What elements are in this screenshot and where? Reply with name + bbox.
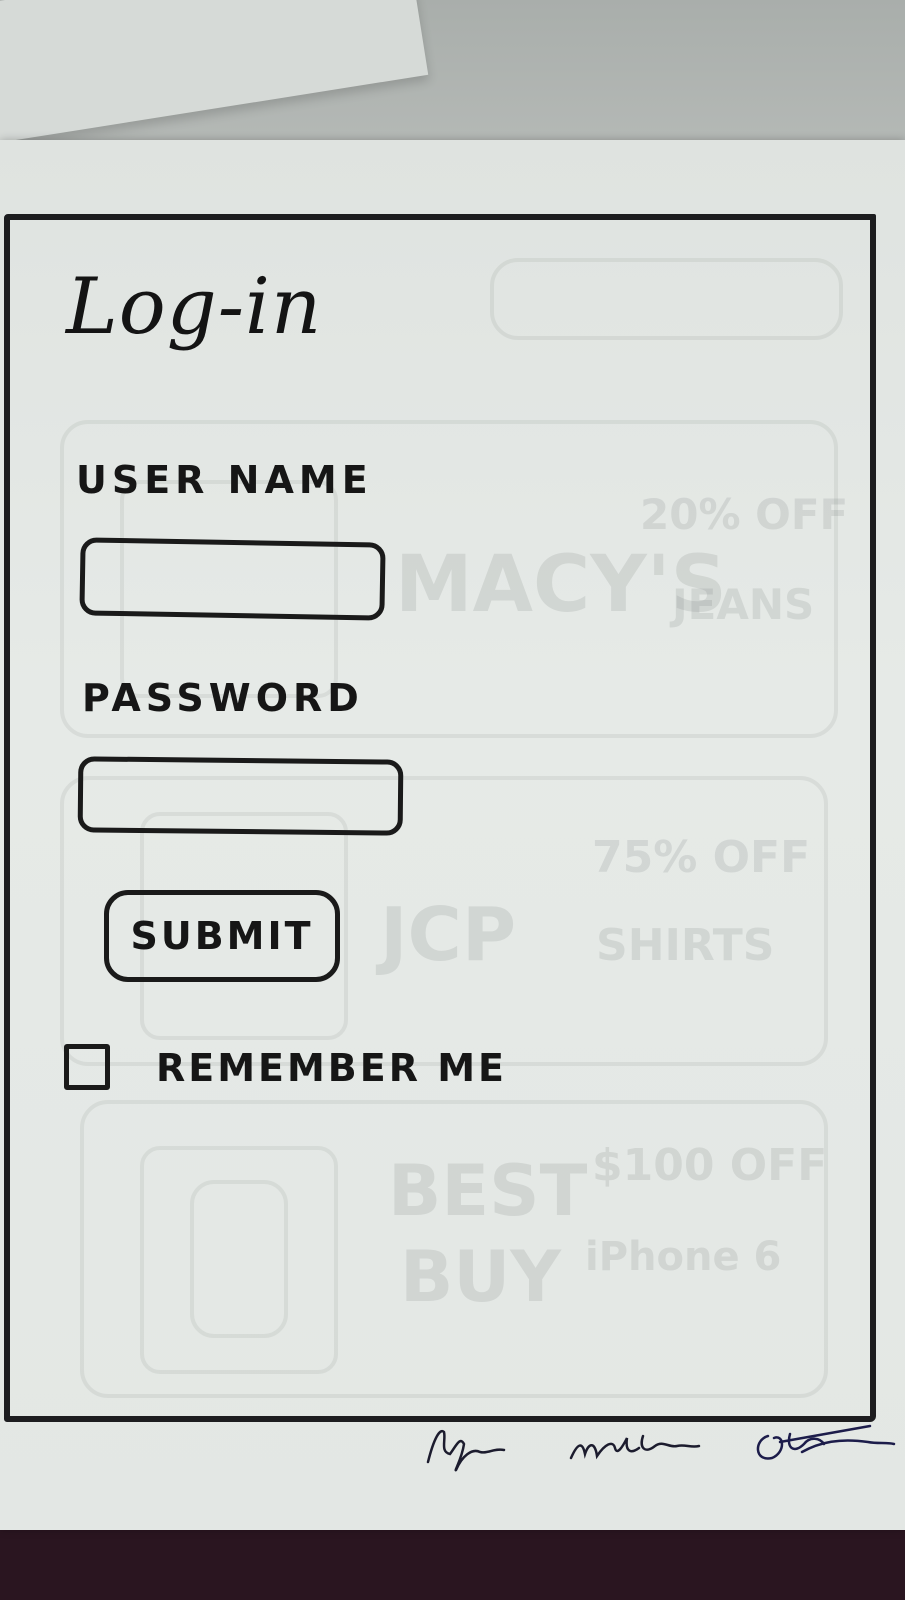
password-label: PASSWORD xyxy=(82,676,364,720)
signature-2 xyxy=(569,1434,701,1460)
remember-me-checkbox[interactable] xyxy=(64,1044,110,1090)
username-field[interactable] xyxy=(79,537,386,621)
username-label: USER NAME xyxy=(76,458,373,502)
signature-3 xyxy=(756,1424,896,1460)
page-title: Log-in xyxy=(66,262,323,352)
submit-button[interactable]: SUBMIT xyxy=(104,890,340,982)
submit-button-label: SUBMIT xyxy=(130,914,314,958)
signature-1 xyxy=(426,1429,506,1472)
password-field[interactable] xyxy=(77,756,404,836)
remember-me-label[interactable]: REMEMBER ME xyxy=(156,1046,507,1090)
